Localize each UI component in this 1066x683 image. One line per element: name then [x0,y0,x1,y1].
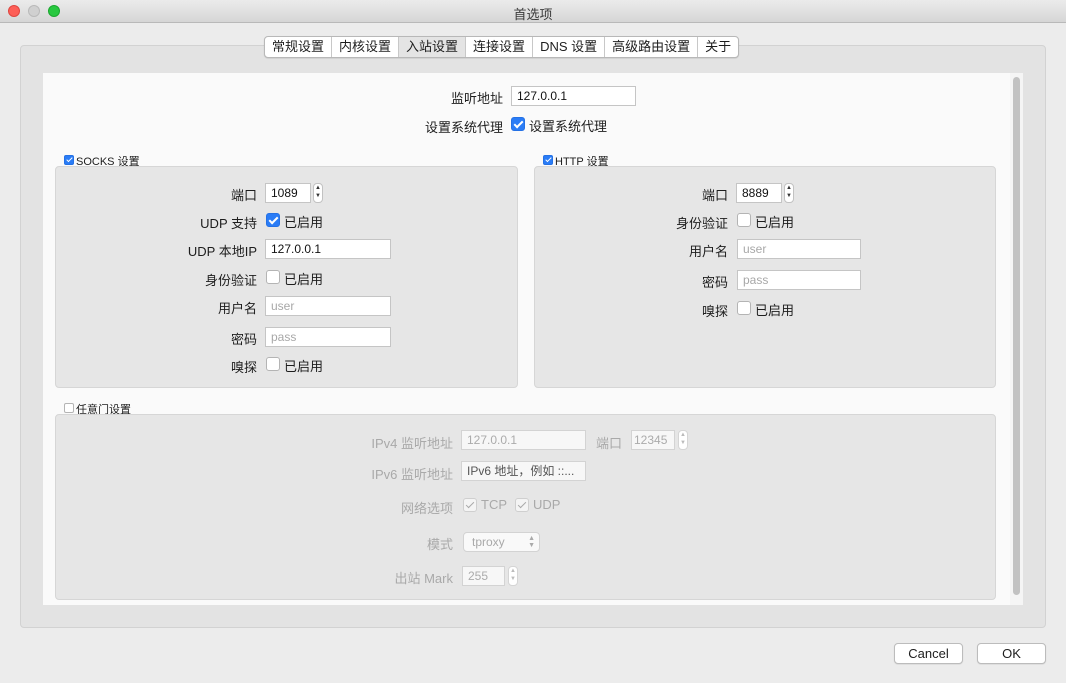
http-port-input[interactable]: 8889 [736,183,782,203]
socks-sniff-checkbox-label: 已启用 [284,359,324,374]
socks-auth-checkbox[interactable] [266,270,280,284]
window-title: 首选项 [513,7,553,22]
http-password-label: 密码 [701,275,728,290]
http-username-input[interactable]: user [737,239,861,259]
dokodemo-mark-label: 出站 Mark [394,571,453,586]
http-port-stepper[interactable]: ▲ ▼ [784,183,794,203]
dokodemo-mode-select[interactable]: tproxy ▲ ▼ [463,532,540,552]
socks-port-input[interactable]: 1089 [265,183,311,203]
socks-enable-checkbox[interactable] [64,155,74,165]
socks-auth-label: 身份验证 [204,273,257,288]
socks-udp-ip-input[interactable]: 127.0.0.1 [265,239,391,259]
dokodemo-tcp-checkbox[interactable] [463,498,477,512]
tab-connection[interactable]: 连接设置 [466,37,534,57]
dokodemo-udp-label: UDP [533,497,561,512]
dokodemo-mode-value: tproxy [472,535,505,549]
chevron-updown-icon: ▲ ▼ [528,535,535,549]
socks-password-input[interactable]: pass [265,327,391,347]
http-auth-label: 身份验证 [675,216,728,231]
tab-advanced-routing[interactable]: 高级路由设置 [605,37,699,57]
dokodemo-mark-stepper[interactable]: ▲ ▼ [508,566,518,586]
http-sniff-checkbox-label: 已启用 [755,303,795,318]
tab-inbound[interactable]: 入站设置 [399,37,467,57]
socks-port-stepper[interactable]: ▲ ▼ [313,183,323,203]
dokodemo-ipv4-label: IPv4 监听地址 [371,436,453,451]
ok-button[interactable]: OK [977,643,1046,664]
dokodemo-ipv6-input[interactable]: IPv6 地址，例如 ::... [461,461,586,481]
dokodemo-udp-checkbox[interactable] [515,498,529,512]
http-enable-checkbox[interactable] [543,155,553,165]
http-auth-checkbox-label: 已启用 [755,215,795,230]
socks-sniff-label: 嗅探 [230,360,257,375]
dokodemo-ipv4-input[interactable]: 127.0.0.1 [461,430,586,450]
system-proxy-checkbox-label: 设置系统代理 [529,119,608,134]
dokodemo-mode-label: 模式 [426,537,453,552]
dokodemo-network-label: 网络选项 [400,501,453,516]
system-proxy-checkbox[interactable] [511,117,525,131]
tab-dns[interactable]: DNS 设置 [533,37,606,57]
dokodemo-mark-input[interactable]: 255 [462,566,505,586]
socks-username-input[interactable]: user [265,296,391,316]
dokodemo-port-label: 端口 [596,436,623,451]
socks-udp-ip-label: UDP 本地IP [187,244,257,259]
dokodemo-enable-checkbox[interactable] [64,403,74,413]
socks-sniff-checkbox[interactable] [266,357,280,371]
tab-kernel[interactable]: 内核设置 [332,37,400,57]
http-sniff-checkbox[interactable] [737,301,751,315]
scroll-area[interactable]: 监听地址 127.0.0.1 设置系统代理 设置系统代理 SOCKS 设置 端口… [43,73,1010,605]
http-username-label: 用户名 [688,244,728,259]
socks-udp-label: UDP 支持 [200,216,257,231]
http-password-input[interactable]: pass [737,270,861,290]
dokodemo-tcp-label: TCP [481,497,507,512]
dokodemo-port-stepper[interactable]: ▲ ▼ [678,430,688,450]
http-port-label: 端口 [701,188,728,203]
socks-port-label: 端口 [230,188,257,203]
tab-about[interactable]: 关于 [698,37,738,57]
tab-general[interactable]: 常规设置 [265,37,333,57]
cancel-button[interactable]: Cancel [894,643,963,664]
tab-bar: 常规设置 内核设置 入站设置 连接设置 DNS 设置 高级路由设置 关于 [264,36,740,58]
scrollbar-thumb[interactable] [1013,77,1020,595]
dokodemo-port-input[interactable]: 12345 [631,430,675,450]
http-auth-checkbox[interactable] [737,213,751,227]
socks-username-label: 用户名 [217,301,257,316]
dokodemo-ipv6-label: IPv6 监听地址 [371,467,453,482]
http-sniff-label: 嗅探 [701,304,728,319]
socks-auth-checkbox-label: 已启用 [284,272,324,287]
listen-address-label: 监听地址 [450,91,503,106]
title-bar: 首选项 [0,0,1066,23]
system-proxy-label: 设置系统代理 [424,120,503,135]
socks-password-label: 密码 [230,332,257,347]
socks-udp-checkbox-label: 已启用 [284,215,324,230]
socks-udp-checkbox[interactable] [266,213,280,227]
listen-address-input[interactable]: 127.0.0.1 [511,86,636,106]
